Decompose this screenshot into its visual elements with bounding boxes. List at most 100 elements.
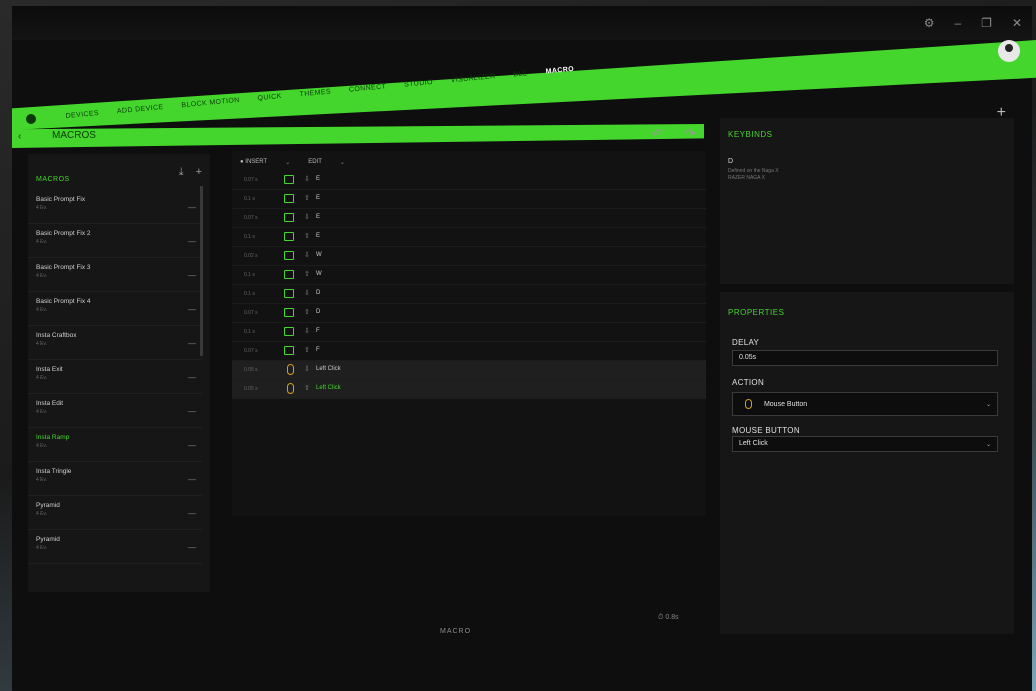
minimize-icon[interactable]: – xyxy=(954,16,961,30)
mouse-icon xyxy=(287,364,294,375)
macro-name: Insta Tringle xyxy=(36,468,72,475)
list-item[interactable]: Insta Ramp 4 Ev. — xyxy=(28,428,202,462)
editor-toolbar: ● INSERT ⌄ EDIT ⌄ xyxy=(240,159,345,166)
table-row[interactable]: 0.07 s ⇧ F xyxy=(232,342,706,361)
more-icon[interactable]: — xyxy=(188,543,196,552)
nav-band xyxy=(12,40,1036,130)
more-icon[interactable]: — xyxy=(188,271,196,280)
macro-name: Insta Ramp xyxy=(36,434,70,441)
undo-icon[interactable]: ↶ xyxy=(652,126,663,142)
event-delay: 0.05 s xyxy=(244,386,258,392)
list-item[interactable]: Pyramid 4 Ev. — xyxy=(28,530,202,564)
undo-redo: ↶ ↷ xyxy=(652,126,696,142)
add-icon[interactable]: + xyxy=(196,166,202,179)
macro-name: Basic Prompt Fix 2 xyxy=(36,230,91,237)
event-label: D xyxy=(316,290,321,296)
keyboard-icon xyxy=(284,175,294,184)
more-icon[interactable]: — xyxy=(188,441,196,450)
action-select[interactable]: Mouse Button ⌄ xyxy=(732,392,998,416)
direction-icon: ⇧ xyxy=(304,347,310,354)
chevron-down-icon: ⌄ xyxy=(285,160,291,166)
macro-name: Basic Prompt Fix 4 xyxy=(36,298,91,305)
keybind-desc-line1: Defined on the Naga X xyxy=(728,168,779,174)
tab-ble[interactable]: BLE xyxy=(513,70,528,78)
add-keybind-icon[interactable]: + xyxy=(997,104,1006,122)
event-delay: 0.02 s xyxy=(244,253,258,259)
edit-dropdown[interactable]: EDIT xyxy=(308,159,322,166)
mouse-icon xyxy=(745,399,752,409)
macro-event-count: 4 Ev. xyxy=(36,239,48,245)
macro-list: Basic Prompt Fix 4 Ev. — Basic Prompt Fix 2… xyxy=(28,190,202,564)
settings-icon[interactable]: ⚙ xyxy=(924,16,935,30)
back-icon[interactable]: ‹ xyxy=(18,131,21,142)
list-item[interactable]: Basic Prompt Fix 4 Ev. — xyxy=(28,190,202,224)
direction-icon: ⇧ xyxy=(304,385,310,392)
table-row[interactable]: 0.1 s ⇧ W xyxy=(232,266,706,285)
more-icon[interactable]: — xyxy=(188,339,196,348)
more-icon[interactable]: — xyxy=(188,305,196,314)
event-delay: 0.07 s xyxy=(244,215,258,221)
macros-header: MACROS xyxy=(36,176,70,183)
mouse-button-label: MOUSE BUTTON xyxy=(732,426,800,435)
more-icon[interactable]: — xyxy=(188,475,196,484)
table-row[interactable]: 0.02 s ⇩ W xyxy=(232,247,706,266)
macro-event-count: 4 Ev. xyxy=(36,477,48,483)
list-item[interactable]: Pyramid 4 Ev. — xyxy=(28,496,202,530)
macro-event-list: 0.07 s ⇩ E 0.1 s ⇧ E 0.07 s ⇩ E 0.1 s ⇧ E 0.02 s ⇩ W 0.… xyxy=(232,171,706,399)
page-title: MACROS xyxy=(52,130,96,141)
direction-icon: ⇩ xyxy=(304,290,310,297)
more-icon[interactable]: — xyxy=(188,203,196,212)
synapse-window: ⚙ – ❐ ✕ DEVICES ADD DEVICE BLOCK MOTION … xyxy=(12,6,1036,691)
table-row[interactable]: 0.07 s ⇧ D xyxy=(232,304,706,323)
more-icon[interactable]: — xyxy=(188,407,196,416)
list-item[interactable]: Insta Craftbox 4 Ev. — xyxy=(28,326,202,360)
macro-list-scrollbar[interactable] xyxy=(200,186,203,356)
keyboard-icon xyxy=(284,308,294,317)
macro-event-count: 4 Ev. xyxy=(36,307,48,313)
keyboard-icon xyxy=(284,213,294,222)
keyboard-icon xyxy=(284,346,294,355)
list-item[interactable]: Insta Exit 4 Ev. — xyxy=(28,360,202,394)
table-row[interactable]: 0.07 s ⇩ E xyxy=(232,171,706,190)
list-item[interactable]: Basic Prompt Fix 2 4 Ev. — xyxy=(28,224,202,258)
list-item[interactable]: Insta Tringle 4 Ev. — xyxy=(28,462,202,496)
insert-dropdown[interactable]: ● INSERT xyxy=(240,159,267,166)
list-item[interactable]: Insta Edit 4 Ev. — xyxy=(28,394,202,428)
avatar[interactable] xyxy=(998,40,1020,62)
list-item[interactable]: Basic Prompt Fix 4 4 Ev. — xyxy=(28,292,202,326)
direction-icon: ⇧ xyxy=(304,195,310,202)
event-label: Left Click xyxy=(316,385,341,391)
table-row[interactable]: 0.1 s ⇧ E xyxy=(232,228,706,247)
keyboard-icon xyxy=(284,289,294,298)
close-icon[interactable]: ✕ xyxy=(1012,16,1022,30)
list-item[interactable]: Basic Prompt Fix 3 4 Ev. — xyxy=(28,258,202,292)
event-label: E xyxy=(316,233,321,239)
import-icon[interactable]: ⤓ xyxy=(179,166,184,179)
delay-input[interactable]: 0.05s xyxy=(732,350,998,366)
table-row[interactable]: 0.05 s ⇩ Left Click xyxy=(232,361,706,380)
mouse-button-value: Left Click xyxy=(739,440,768,447)
properties-panel: PROPERTIES DELAY 0.05s ACTION Mouse Butt… xyxy=(720,292,1014,634)
action-value: Mouse Button xyxy=(763,400,808,408)
more-icon[interactable]: — xyxy=(188,373,196,382)
macro-name: Insta Exit xyxy=(36,366,63,373)
table-row[interactable]: 0.1 s ⇩ F xyxy=(232,323,706,342)
more-icon[interactable]: — xyxy=(188,509,196,518)
event-delay: 0.1 s xyxy=(244,272,255,278)
mouse-button-select[interactable]: Left Click ⌄ xyxy=(732,436,998,452)
direction-icon: ⇩ xyxy=(304,366,310,373)
table-row[interactable]: 0.1 s ⇧ E xyxy=(232,190,706,209)
table-row[interactable]: 0.1 s ⇩ D xyxy=(232,285,706,304)
table-row[interactable]: 0.07 s ⇩ E xyxy=(232,209,706,228)
macro-name: Pyramid xyxy=(36,536,60,543)
keyboard-icon xyxy=(284,232,294,241)
chevron-down-icon: ⌄ xyxy=(985,442,991,448)
maximize-icon[interactable]: ❐ xyxy=(981,16,992,30)
redo-icon[interactable]: ↷ xyxy=(685,126,696,142)
table-row[interactable]: 0.05 s ⇧ Left Click xyxy=(232,380,706,399)
macro-event-count: 4 Ev. xyxy=(36,341,48,347)
event-delay: 0.1 s xyxy=(244,291,255,297)
macros-panel: MACROS ⤓ + Basic Prompt Fix 4 Ev. — Basic P… xyxy=(28,154,210,592)
event-label: E xyxy=(316,176,321,182)
more-icon[interactable]: — xyxy=(188,237,196,246)
